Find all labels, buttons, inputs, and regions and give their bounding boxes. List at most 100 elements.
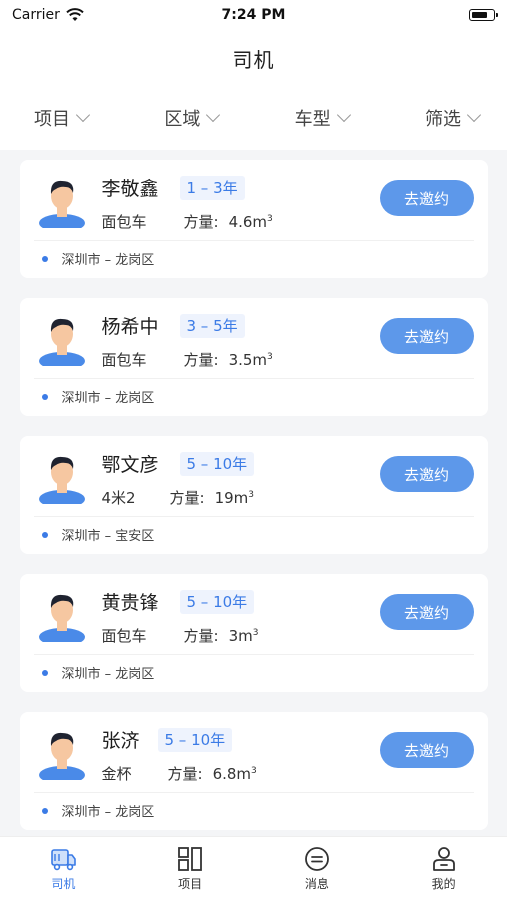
tab-messages[interactable]: 消息 <box>254 837 381 900</box>
avatar <box>38 456 85 504</box>
filter-region[interactable]: 区域 <box>164 105 221 131</box>
volume: 方量: 6.8m3 <box>168 763 257 784</box>
location-text: 深圳市 – 龙岗区 <box>61 805 155 820</box>
volume-unit-superscript: 3 <box>251 766 257 776</box>
vehicle-type: 金杯 <box>101 765 132 783</box>
chevron-down-icon <box>206 107 221 123</box>
invite-button[interactable]: 去邀约 <box>379 318 474 354</box>
divider <box>33 654 474 655</box>
invite-button[interactable]: 去邀约 <box>379 180 474 216</box>
avatar <box>38 594 85 642</box>
experience-badge: 5 – 10年 <box>157 728 233 752</box>
location-dot-icon <box>41 807 48 814</box>
location-text: 深圳市 – 龙岗区 <box>61 667 155 682</box>
filter-vehicle-type-label: 车型 <box>294 109 331 130</box>
volume: 方量: 4.6m3 <box>184 211 273 232</box>
divider <box>33 792 474 793</box>
tab-projects-label: 项目 <box>178 877 203 891</box>
location: 深圳市 – 宝安区 <box>41 525 155 544</box>
driver-card[interactable]: 张济 5 – 10年 金杯 方量: 6.8m3 去邀约 深圳市 – 龙岗区 <box>19 712 488 830</box>
driver-name: 李敬鑫 <box>101 178 159 200</box>
divider <box>33 516 474 517</box>
vehicle-type: 面包车 <box>101 213 147 231</box>
volume-label: 方量: <box>167 765 203 783</box>
location: 深圳市 – 龙岗区 <box>41 387 155 406</box>
location-dot-icon <box>41 531 48 538</box>
volume: 方量: 3.5m3 <box>184 349 273 370</box>
volume-value: 3.5m <box>228 351 268 369</box>
volume-unit-superscript: 3 <box>267 214 273 224</box>
experience-badge: 1 – 3年 <box>179 176 245 200</box>
invite-button[interactable]: 去邀约 <box>379 456 474 492</box>
filter-bar: 项目 区域 车型 筛选 <box>0 86 507 150</box>
volume-unit-superscript: 3 <box>252 628 259 638</box>
vehicle-type: 4米2 <box>101 489 136 507</box>
volume: 方量: 19m3 <box>170 487 255 508</box>
tab-profile[interactable]: 我的 <box>380 837 507 900</box>
tab-bar: 司机 项目 消息 我的 <box>0 836 507 900</box>
volume: 方量: 3m3 <box>184 625 259 646</box>
avatar <box>38 180 85 228</box>
chevron-down-icon <box>466 107 482 123</box>
volume-label: 方量: <box>183 627 219 645</box>
divider <box>33 240 474 241</box>
filter-project-label: 项目 <box>34 109 70 130</box>
location-dot-icon <box>41 255 48 262</box>
location-dot-icon <box>41 393 48 400</box>
volume-value: 4.6m <box>228 213 268 231</box>
location-text: 深圳市 – 龙岗区 <box>61 391 155 406</box>
volume-value: 19m <box>214 489 249 507</box>
driver-name: 张济 <box>101 730 140 752</box>
battery-icon <box>469 9 498 21</box>
driver-name: 杨希中 <box>101 316 159 338</box>
driver-card[interactable]: 杨希中 3 – 5年 面包车 方量: 3.5m3 去邀约 深圳市 – 龙岗区 <box>19 298 488 416</box>
driver-card[interactable]: 鄂文彦 5 – 10年 4米2 方量: 19m3 去邀约 深圳市 – 宝安区 <box>19 436 488 554</box>
volume-label: 方量: <box>183 351 219 369</box>
volume-unit-superscript: 3 <box>248 490 254 500</box>
driver-card[interactable]: 黄贵锋 5 – 10年 面包车 方量: 3m3 去邀约 深圳市 – 龙岗区 <box>19 574 488 692</box>
location: 深圳市 – 龙岗区 <box>41 663 155 682</box>
filter-more[interactable]: 筛选 <box>424 105 482 131</box>
chevron-down-icon <box>336 107 351 123</box>
tab-messages-label: 消息 <box>304 877 329 891</box>
volume-value: 3m <box>228 627 253 645</box>
nav-bar: 司机 <box>0 30 507 86</box>
filter-more-label: 筛选 <box>424 109 461 130</box>
location-text: 深圳市 – 宝安区 <box>61 529 155 544</box>
avatar <box>38 732 85 780</box>
truck-icon <box>51 849 77 871</box>
status-bar: Carrier 7:24 PM <box>0 0 507 30</box>
experience-badge: 5 – 10年 <box>179 590 255 614</box>
driver-name: 黄贵锋 <box>101 592 159 614</box>
tab-projects[interactable]: 项目 <box>127 837 254 900</box>
filter-project[interactable]: 项目 <box>34 105 91 131</box>
status-time: 7:24 PM <box>221 7 286 23</box>
experience-badge: 3 – 5年 <box>179 314 245 338</box>
driver-card[interactable]: 李敬鑫 1 – 3年 面包车 方量: 4.6m3 去邀约 深圳市 – 龙岗区 <box>19 160 488 278</box>
location: 深圳市 – 龙岗区 <box>41 249 155 268</box>
filter-region-label: 区域 <box>164 109 201 130</box>
avatar <box>38 318 85 366</box>
driver-list[interactable]: 李敬鑫 1 – 3年 面包车 方量: 4.6m3 去邀约 深圳市 – 龙岗区 杨希… <box>0 150 507 836</box>
volume-label: 方量: <box>183 213 219 231</box>
driver-name: 鄂文彦 <box>101 454 159 476</box>
divider <box>33 378 474 379</box>
location: 深圳市 – 龙岗区 <box>41 801 155 820</box>
experience-badge: 5 – 10年 <box>179 452 255 476</box>
volume-unit-superscript: 3 <box>267 352 273 362</box>
volume-label: 方量: <box>169 489 205 507</box>
invite-button[interactable]: 去邀约 <box>379 732 474 768</box>
volume-value: 6.8m <box>212 765 252 783</box>
vehicle-type: 面包车 <box>101 351 147 369</box>
tab-profile-label: 我的 <box>431 877 456 891</box>
location-dot-icon <box>41 669 48 676</box>
tab-drivers-label: 司机 <box>51 877 76 891</box>
profile-icon <box>432 847 455 871</box>
grid-icon <box>178 847 203 871</box>
vehicle-type: 面包车 <box>101 627 147 645</box>
invite-button[interactable]: 去邀约 <box>379 594 474 630</box>
tab-drivers[interactable]: 司机 <box>0 837 127 900</box>
page-title: 司机 <box>232 47 275 72</box>
filter-vehicle-type[interactable]: 车型 <box>294 105 351 131</box>
location-text: 深圳市 – 龙岗区 <box>61 253 155 268</box>
